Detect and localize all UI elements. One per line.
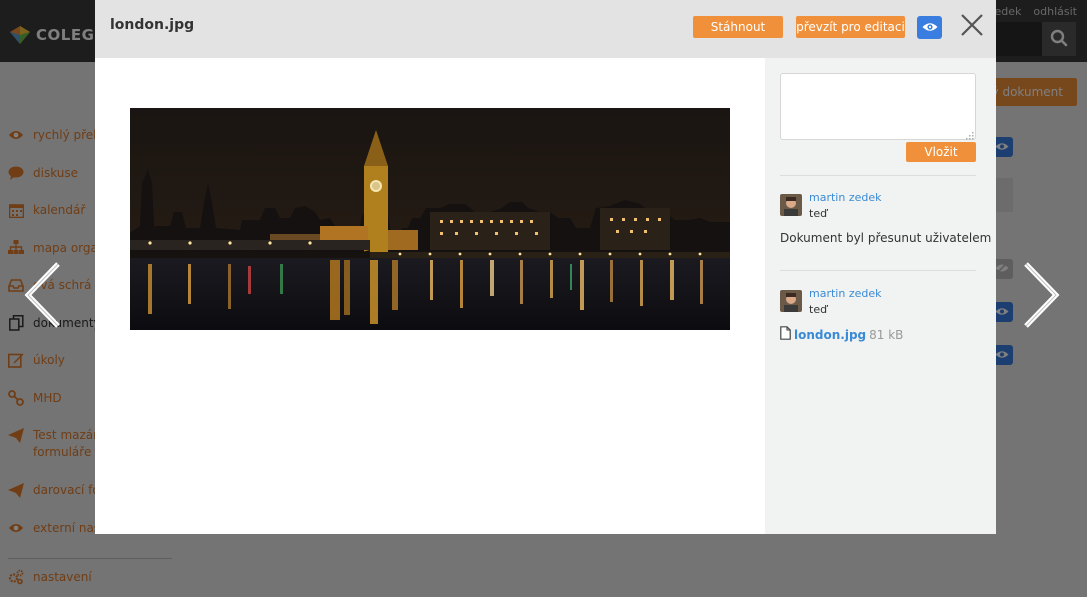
document-image-preview	[130, 108, 730, 330]
chevron-right-icon	[1018, 262, 1064, 333]
take-for-edit-button[interactable]: převzít pro editaci	[796, 16, 905, 38]
watch-button[interactable]	[917, 16, 942, 39]
comment-author[interactable]: martin zedek	[809, 191, 881, 204]
previous-document-button[interactable]	[20, 260, 66, 330]
comment-attachment: london.jpg 81 kB	[780, 326, 903, 343]
modal-title: london.jpg	[110, 17, 195, 33]
comment-text: Dokument byl přesunut uživatelem	[780, 231, 992, 245]
avatar[interactable]	[780, 290, 802, 312]
comment-time: teď	[809, 207, 828, 220]
comments-panel: Vložit martin zedek teď Dokument byl pře…	[765, 58, 996, 534]
avatar[interactable]	[780, 194, 802, 216]
comment-divider	[780, 175, 976, 176]
next-document-button[interactable]	[1018, 260, 1064, 330]
attachment-link[interactable]: london.jpg	[794, 328, 866, 342]
comment-divider	[780, 270, 976, 271]
comment-author[interactable]: martin zedek	[809, 287, 881, 300]
close-modal-button[interactable]	[958, 11, 986, 39]
eye-icon	[922, 21, 938, 35]
comment-input[interactable]	[780, 73, 976, 140]
chevron-left-icon	[20, 262, 66, 333]
file-icon	[780, 326, 791, 343]
modal-header: london.jpg Stáhnout převzít pro editaci	[95, 0, 996, 58]
document-preview-area	[95, 58, 765, 534]
download-button[interactable]: Stáhnout	[693, 16, 783, 38]
insert-comment-button[interactable]: Vložit	[906, 142, 976, 162]
resize-handle-icon[interactable]	[965, 129, 974, 143]
close-icon	[958, 14, 986, 42]
comment-time: teď	[809, 303, 828, 316]
document-preview-modal: london.jpg Stáhnout převzít pro editaci	[95, 0, 996, 534]
attachment-size: 81 kB	[869, 327, 904, 342]
